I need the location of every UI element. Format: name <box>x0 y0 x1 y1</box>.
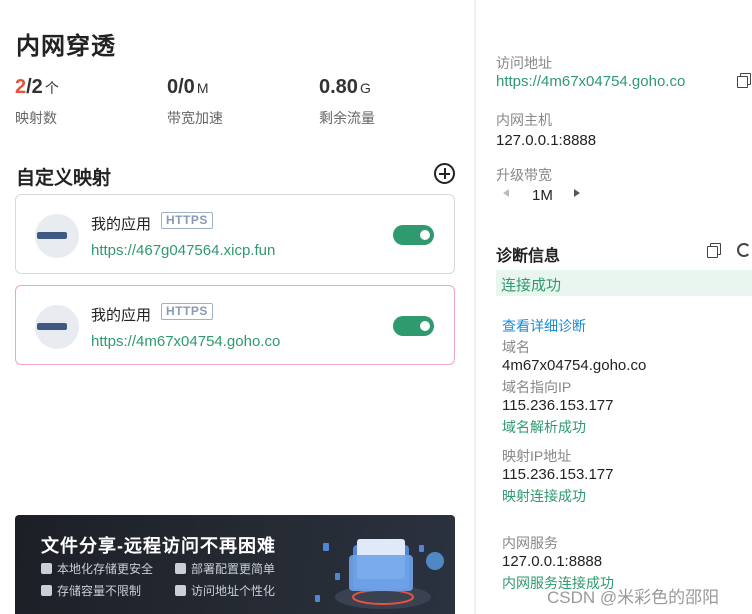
globe-icon <box>175 585 186 596</box>
stat-bandwidth-label: 带宽加速 <box>167 110 223 126</box>
mapping-ip-value: 115.236.153.177 <box>502 466 614 483</box>
lan-service-value: 127.0.0.1:8888 <box>502 553 603 570</box>
mapping-card-selected[interactable]: 我的应用 HTTPS https://4m67x04754.goho.co <box>15 285 455 365</box>
access-address-label: 访问地址 <box>496 55 552 71</box>
stat-bandwidth: 0/0 M 带宽加速 <box>167 76 223 126</box>
mapping-ip-label: 映射IP地址 <box>502 448 572 464</box>
domain-ip-label: 域名指向IP <box>502 379 572 395</box>
copy-icon[interactable] <box>707 243 721 258</box>
mapping-name: 我的应用 <box>91 307 152 324</box>
protocol-badge: HTTPS <box>161 303 213 320</box>
banner-title: 文件分享-远程访问不再困难 <box>41 536 276 556</box>
protocol-badge: HTTPS <box>161 212 213 229</box>
save-icon <box>41 585 52 596</box>
promo-banner[interactable]: 文件分享-远程访问不再困难 本地化存储更安全 部署配置更简单 存储容量不限制 访… <box>15 515 455 614</box>
stat-bandwidth-unit: M <box>196 80 209 96</box>
diagnostics-title: 诊断信息 <box>496 248 561 265</box>
app-logo-icon <box>35 305 79 349</box>
domain-value: 4m67x04754.goho.co <box>502 357 647 374</box>
connection-status-banner: 连接成功 <box>496 270 752 296</box>
mapping-connect-status: 映射连接成功 <box>502 488 586 504</box>
stat-mapping-label: 映射数 <box>15 110 57 126</box>
upgrade-bandwidth-label: 升级带宽 <box>496 167 552 183</box>
lan-host-value: 127.0.0.1:8888 <box>496 132 597 149</box>
stat-mapping-unit: 个 <box>44 80 59 96</box>
lan-service-label: 内网服务 <box>502 535 558 551</box>
mapping-url[interactable]: https://467g047564.xicp.fun <box>91 242 275 259</box>
stat-traffic-label: 剩余流量 <box>319 110 375 126</box>
copy-icon[interactable] <box>737 73 751 88</box>
banner-feature: 存储容量不限制 <box>41 582 141 599</box>
stat-traffic-value: 0.80 <box>319 76 358 98</box>
domain-label: 域名 <box>502 339 530 355</box>
shield-icon <box>41 563 52 574</box>
mapping-toggle[interactable] <box>393 225 434 245</box>
page-title: 内网穿透 <box>16 33 116 60</box>
bandwidth-increase-icon[interactable] <box>574 189 580 197</box>
mapping-name: 我的应用 <box>91 216 152 233</box>
app-logo-icon <box>35 214 79 258</box>
stat-mapping-count: 2/2 个 映射数 <box>15 76 59 126</box>
domain-resolve-status: 域名解析成功 <box>502 419 586 435</box>
access-address-url[interactable]: https://4m67x04754.goho.co <box>496 73 685 90</box>
refresh-icon[interactable] <box>737 243 751 257</box>
domain-ip-value: 115.236.153.177 <box>502 397 614 414</box>
stat-traffic: 0.80 G 剩余流量 <box>319 76 375 126</box>
stat-bandwidth-value: 0/0 <box>167 76 195 98</box>
mapping-url[interactable]: https://4m67x04754.goho.co <box>91 333 280 350</box>
watermark: CSDN @米彩色的邵阳 <box>547 588 720 607</box>
view-detailed-diagnostics-link[interactable]: 查看详细诊断 <box>502 316 586 336</box>
mapping-toggle[interactable] <box>393 316 434 336</box>
custom-mapping-title: 自定义映射 <box>16 168 112 189</box>
lan-host-label: 内网主机 <box>496 112 552 128</box>
banner-feature: 访问地址个性化 <box>175 582 275 599</box>
bandwidth-value: 1M <box>532 187 553 204</box>
stat-mapping-value: /2 <box>26 76 43 98</box>
connection-status-text: 连接成功 <box>501 277 562 294</box>
folder-illustration-icon <box>315 539 444 609</box>
stat-traffic-unit: G <box>359 80 371 96</box>
left-panel: 内网穿透 2/2 个 映射数 0/0 M 带宽加速 0.80 G 剩余流量 自定义映射… <box>0 0 474 614</box>
mapping-card[interactable]: 我的应用 HTTPS https://467g047564.xicp.fun <box>15 194 455 274</box>
banner-feature: 部署配置更简单 <box>175 560 275 577</box>
list-icon <box>175 563 186 574</box>
banner-feature: 本地化存储更安全 <box>41 560 153 577</box>
detail-panel: 访问地址 https://4m67x04754.goho.co 内网主机 127… <box>476 0 752 614</box>
stat-mapping-highlight: 2 <box>15 76 27 98</box>
add-mapping-button[interactable] <box>434 163 455 184</box>
bandwidth-decrease-icon[interactable] <box>503 189 509 197</box>
